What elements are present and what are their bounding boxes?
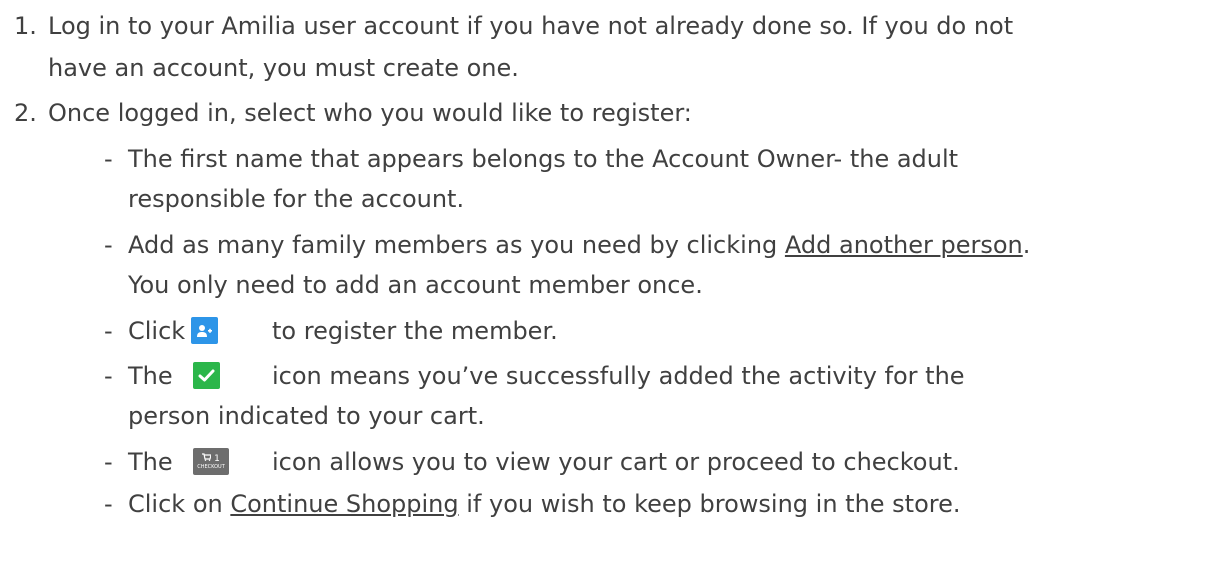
bullet-item-continued: responsible for the account. xyxy=(128,183,464,215)
add-person-icon-glyph xyxy=(197,324,212,337)
add-person-icon xyxy=(191,317,218,344)
bullet-text: icon means you’ve successfully added the… xyxy=(272,362,965,390)
cart-icon xyxy=(202,453,212,461)
step-text: have an account, you must create one. xyxy=(48,54,519,82)
bullet-text: person indicated to your cart. xyxy=(128,402,485,430)
bullet-text: . xyxy=(1022,231,1031,259)
step-number: 1. xyxy=(14,12,37,40)
cart-count: 1 xyxy=(214,454,220,464)
add-another-person-link[interactable]: Add another person xyxy=(785,231,1023,259)
bullet-item-continued: You only need to add an account member o… xyxy=(128,269,703,301)
cart-checkout-icon: 1 CHECKOUT xyxy=(193,448,229,475)
bullet-text: You only need to add an account member o… xyxy=(128,271,703,299)
bullet-text: Click on xyxy=(128,490,231,518)
continue-shopping-link[interactable]: Continue Shopping xyxy=(230,490,458,518)
bullet-text: The xyxy=(128,362,173,390)
bullet-text: Add as many family members as you need b… xyxy=(128,231,785,259)
bullet-text: responsible for the account. xyxy=(128,185,465,213)
bullet-item-continued: person indicated to your cart. xyxy=(128,400,485,432)
step-1: 1. Log in to your Amilia user account if… xyxy=(14,10,1204,42)
checkmark-icon xyxy=(193,362,220,389)
step-1-continued: have an account, you must create one. xyxy=(48,52,519,84)
bullet-text: if you wish to keep browsing in the stor… xyxy=(458,490,961,518)
checkmark-icon-glyph xyxy=(198,369,215,381)
bullet-text: Click xyxy=(128,317,186,345)
bullet-text: icon allows you to view your cart or pro… xyxy=(272,448,960,476)
step-text: Log in to your Amilia user account if yo… xyxy=(48,12,1014,40)
bullet-marker: - xyxy=(104,362,113,390)
bullet-text: to register the member. xyxy=(272,317,558,345)
bullet-marker: - xyxy=(104,145,113,173)
bullet-marker: - xyxy=(104,231,113,259)
bullet-marker: - xyxy=(104,490,113,518)
bullet-text: The first name that appears belongs to t… xyxy=(128,145,959,173)
bullet-marker: - xyxy=(104,448,113,476)
step-number: 2. xyxy=(14,99,37,127)
checkout-label: CHECKOUT xyxy=(197,464,225,470)
step-text: Once logged in, select who you would lik… xyxy=(48,99,692,127)
cart-count-row: 1 xyxy=(202,453,220,464)
bullet-text: The xyxy=(128,448,173,476)
bullet-marker: - xyxy=(104,317,113,345)
